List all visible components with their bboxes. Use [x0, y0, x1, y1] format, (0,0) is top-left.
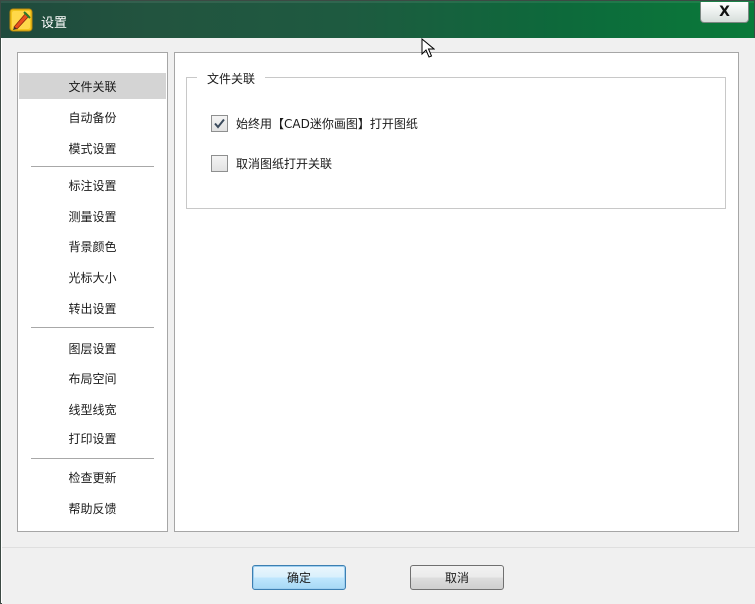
sidebar-item-label: 图层设置 [68, 341, 117, 356]
option-always-open-with-app[interactable]: 始终用【CAD迷你画图】打开图纸 [211, 114, 418, 132]
ok-button-label: 确定 [286, 571, 311, 585]
app-logo-icon [9, 8, 33, 32]
sidebar-item-cursor-size[interactable]: 光标大小 [19, 264, 166, 290]
settings-sidebar: 文件关联 自动备份 模式设置 标注设置 测量设置 背景颜色 光标大小 转出设置 … [17, 52, 168, 532]
option-label: 取消图纸打开关联 [236, 156, 333, 171]
mouse-pointer-icon [421, 37, 436, 61]
close-button[interactable]: X [700, 2, 749, 23]
sidebar-item-label: 布局空间 [68, 371, 117, 386]
option-label: 始终用【CAD迷你画图】打开图纸 [236, 116, 418, 131]
window-title: 设置 [41, 16, 68, 31]
sidebar-item-label: 模式设置 [68, 141, 117, 156]
sidebar-item-label: 检查更新 [68, 470, 117, 485]
cancel-button-label: 取消 [444, 571, 469, 585]
sidebar-item-mode-settings[interactable]: 模式设置 [19, 135, 166, 161]
sidebar-item-label: 转出设置 [68, 301, 117, 316]
sidebar-item-file-association[interactable]: 文件关联 [19, 73, 166, 99]
sidebar-item-background-color[interactable]: 背景颜色 [19, 233, 166, 259]
settings-window: 设置 X 文件关联 自动备份 模式设置 标注设置 测量设置 背景颜色 光标大小 … [0, 0, 755, 604]
sidebar-item-layout-space[interactable]: 布局空间 [19, 365, 166, 391]
sidebar-divider [31, 458, 154, 459]
sidebar-item-linetype-lineweight[interactable]: 线型线宽 [19, 396, 166, 422]
sidebar-item-label: 测量设置 [68, 209, 117, 224]
sidebar-item-label: 背景颜色 [68, 239, 117, 254]
sidebar-item-label: 线型线宽 [68, 402, 117, 417]
sidebar-divider [31, 166, 154, 167]
sidebar-item-label: 自动备份 [68, 110, 117, 125]
sidebar-divider [31, 327, 154, 328]
sidebar-item-layer-settings[interactable]: 图层设置 [19, 335, 166, 361]
dialog-footer: 确定 取消 [2, 547, 755, 604]
sidebar-item-measure-settings[interactable]: 测量设置 [19, 203, 166, 229]
sidebar-item-help-feedback[interactable]: 帮助反馈 [19, 495, 166, 521]
settings-content-panel: 文件关联 始终用【CAD迷你画图】打开图纸 取消图纸打开关联 [174, 52, 739, 532]
sidebar-item-export-settings[interactable]: 转出设置 [19, 295, 166, 321]
sidebar-item-label: 文件关联 [68, 79, 117, 94]
cancel-button[interactable]: 取消 [410, 565, 504, 590]
file-association-group [186, 77, 726, 209]
sidebar-item-label: 光标大小 [68, 270, 117, 285]
checkmark-icon [214, 118, 225, 129]
sidebar-item-label: 标注设置 [68, 178, 117, 193]
title-bar[interactable]: 设置 X [1, 1, 754, 38]
sidebar-item-print-settings[interactable]: 打印设置 [19, 425, 166, 451]
option-cancel-association[interactable]: 取消图纸打开关联 [211, 154, 332, 172]
sidebar-item-check-updates[interactable]: 检查更新 [19, 464, 166, 490]
always-open-checkbox[interactable] [211, 114, 228, 132]
group-title: 文件关联 [197, 70, 266, 87]
sidebar-item-label: 帮助反馈 [68, 501, 117, 516]
ok-button[interactable]: 确定 [252, 565, 346, 590]
sidebar-item-auto-backup[interactable]: 自动备份 [19, 104, 166, 130]
sidebar-item-annotation-settings[interactable]: 标注设置 [19, 172, 166, 198]
sidebar-item-label: 打印设置 [68, 431, 117, 446]
close-icon: X [719, 4, 730, 20]
cancel-association-checkbox[interactable] [211, 154, 228, 172]
